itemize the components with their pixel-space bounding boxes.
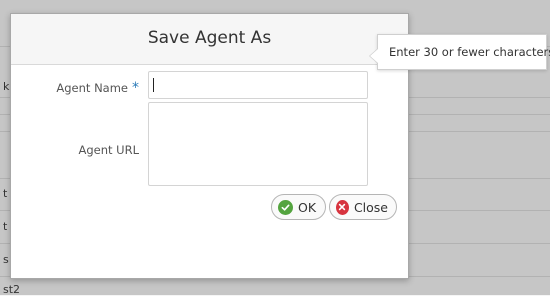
agent-name-input[interactable]	[148, 71, 368, 99]
agent-url-textarea[interactable]	[148, 102, 368, 186]
text-caret	[153, 78, 154, 92]
agent-name-label: Agent Name	[56, 81, 128, 95]
x-circle-icon	[336, 199, 349, 215]
background-text: st2	[3, 283, 21, 296]
background-text: s	[3, 253, 9, 266]
tooltip-text: Enter 30 or fewer characters	[389, 45, 550, 59]
close-button[interactable]: Close	[329, 194, 397, 220]
background-text: k	[3, 80, 10, 93]
dialog-header: Save Agent As	[11, 14, 408, 65]
ok-button-label: OK	[298, 199, 317, 215]
close-button-label: Close	[353, 199, 388, 215]
agent-name-label-row: Agent Name *	[41, 80, 139, 96]
validation-tooltip: Enter 30 or fewer characters	[369, 34, 550, 70]
dialog-title: Save Agent As	[147, 28, 272, 48]
required-marker: *	[132, 80, 139, 96]
background-text: t	[3, 220, 8, 233]
save-agent-dialog: Save Agent As Agent Name * Agent URL OK C…	[10, 13, 409, 279]
check-circle-icon	[278, 199, 293, 215]
ok-button[interactable]: OK	[271, 194, 326, 220]
agent-url-label: Agent URL	[78, 143, 139, 157]
tooltip-arrow-inner	[370, 49, 378, 63]
background-text: t	[3, 187, 8, 200]
